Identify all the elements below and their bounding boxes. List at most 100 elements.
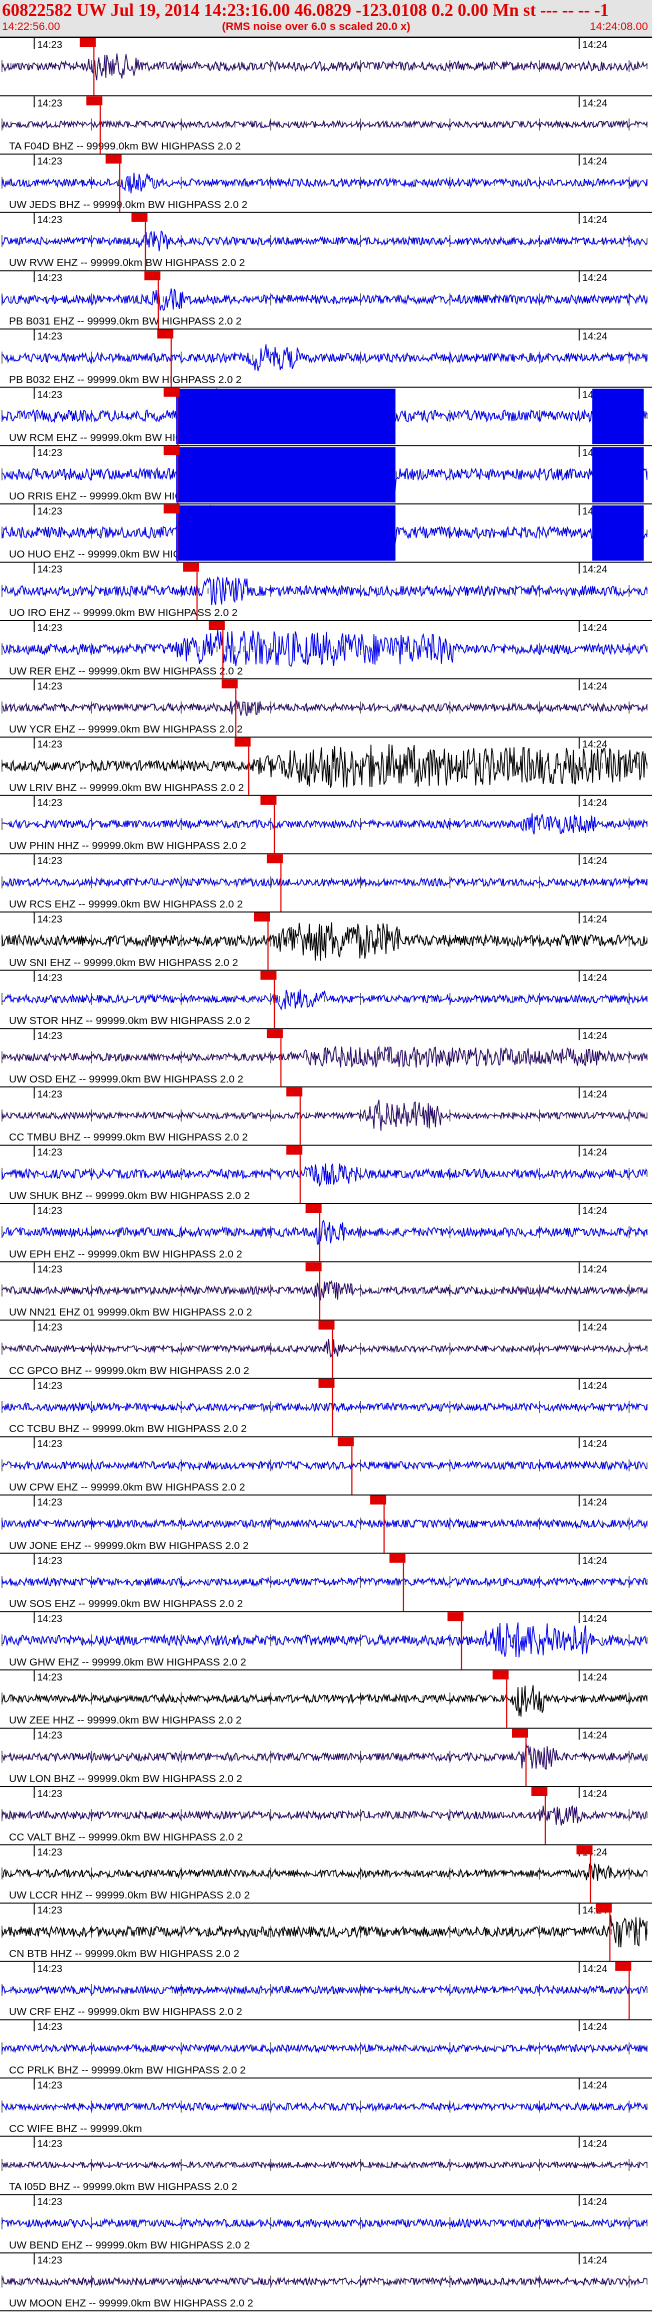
minute-tick-label: 14:24: [582, 565, 607, 576]
pick-marker: [318, 1378, 335, 1388]
minute-tick-label: 14:24: [582, 1323, 607, 1334]
waveform-trace: [1, 1099, 648, 1131]
minute-tick-label: 14:23: [37, 1264, 62, 1275]
minute-tick-label: 14:24: [582, 215, 607, 226]
minute-tick-label: 14:23: [37, 332, 62, 343]
minute-tick-label: 14:23: [37, 506, 62, 517]
minute-tick-label: 14:24: [582, 157, 607, 168]
pick-marker: [260, 970, 277, 980]
minute-tick-label: 14:24: [582, 1964, 607, 1975]
minute-tick-label: 14:24: [582, 1439, 607, 1450]
channel-label: UW RER EHZ -- 99999.0km BW HIGHPASS 2.0 …: [9, 665, 243, 677]
minute-tick-label: 14:23: [37, 1614, 62, 1625]
minute-tick-label: 14:24: [582, 1148, 607, 1159]
minute-tick-label: 14:23: [37, 215, 62, 226]
channel-label: CC PRLK BHZ -- 99999.0km BW HIGHPASS 2.0…: [9, 2065, 246, 2077]
minute-tick-label: 14:23: [37, 1031, 62, 1042]
minute-tick-label: 14:24: [582, 332, 607, 343]
channel-label: UW LRIV BHZ -- 99999.0km BW HIGHPASS 2.0…: [9, 782, 244, 794]
end-time: 14:24:08.00: [589, 21, 648, 33]
minute-tick-label: 14:23: [37, 1089, 62, 1100]
scaling-note: (RMS noise over 6.0 s scaled 20.0 x): [222, 21, 411, 33]
pick-marker: [234, 737, 251, 747]
minute-tick-label: 14:24: [582, 273, 607, 284]
channel-label: CC WIFE BHZ -- 99999.0km: [9, 2123, 142, 2135]
minute-tick-label: 14:23: [37, 1381, 62, 1392]
pick-marker: [163, 446, 180, 456]
saturated-block: [176, 505, 396, 561]
pick-marker: [512, 1728, 528, 1738]
minute-tick-label: 14:23: [37, 1206, 62, 1217]
pick-marker: [86, 96, 103, 106]
pick-marker: [305, 1204, 322, 1213]
pick-marker: [492, 1670, 509, 1680]
channel-label: UW SOS EHZ -- 99999.0km BW HIGHPASS 2.0 …: [9, 1598, 243, 1610]
channel-label: UW LCCR HHZ -- 99999.0km BW HIGHPASS 2.0…: [9, 1890, 250, 1902]
minute-tick-label: 14:24: [582, 2255, 607, 2266]
plot-header: 60822582 UW Jul 19, 2014 14:23:16.00 46.…: [0, 0, 652, 37]
saturated-block: [176, 447, 396, 503]
channel-label: UW RVW EHZ -- 99999.0km BW HIGHPASS 2.0 …: [9, 257, 245, 269]
minute-tick-label: 14:24: [582, 2197, 607, 2208]
pick-marker: [131, 212, 148, 222]
waveform-trace: [1, 1743, 648, 1770]
minute-tick-label: 14:24: [582, 1614, 607, 1625]
channel-label: UW BEND EHZ -- 99999.0km BW HIGHPASS 2.0…: [9, 2239, 250, 2251]
minute-tick-label: 14:24: [582, 1381, 607, 1392]
pick-marker: [260, 795, 277, 805]
channel-label: UW SNI EHZ -- 99999.0km BW HIGHPASS 2.0 …: [9, 957, 238, 969]
minute-tick-label: 14:23: [37, 273, 62, 284]
waveform-trace: [1, 700, 648, 717]
minute-tick-label: 14:23: [37, 390, 62, 401]
minute-tick-label: 14:24: [582, 2081, 607, 2092]
channel-label: UW YCR EHZ -- 99999.0km BW HIGHPASS 2.0 …: [9, 724, 243, 736]
pick-marker: [531, 1787, 548, 1796]
channel-label: UW ZEE HHZ -- 99999.0km BW HIGHPASS 2.0 …: [9, 1715, 242, 1727]
minute-tick-label: 14:24: [582, 40, 607, 51]
saturated-block: [592, 388, 644, 445]
minute-tick-label: 14:23: [37, 157, 62, 168]
channel-label: UW NN21 EHZ 01 99999.0km BW HIGHPASS 2.0…: [9, 1307, 252, 1319]
minute-tick-label: 14:23: [37, 1789, 62, 1800]
pick-marker: [318, 1320, 335, 1330]
pick-marker: [337, 1437, 354, 1447]
minute-tick-label: 14:23: [37, 915, 62, 926]
minute-tick-label: 14:23: [37, 2255, 62, 2266]
channel-label: UW LON BHZ -- 99999.0km BW HIGHPASS 2.0 …: [9, 1773, 242, 1785]
channel-label: UW JONE EHZ -- 99999.0km BW HIGHPASS 2.0…: [9, 1540, 249, 1552]
channel-label: CC GPCO BHZ -- 99999.0km BW HIGHPASS 2.0…: [9, 1365, 249, 1377]
pick-marker: [163, 387, 180, 397]
minute-tick-label: 14:23: [37, 798, 62, 809]
channel-label: CC VALT BHZ -- 99999.0km BW HIGHPASS 2.0…: [9, 1831, 243, 1843]
pick-marker: [576, 1845, 593, 1855]
minute-tick-label: 14:24: [582, 856, 607, 867]
saturated-block: [592, 505, 644, 561]
channel-label: UW CRF EHZ -- 99999.0km BW HIGHPASS 2.0 …: [9, 2006, 242, 2018]
minute-tick-label: 14:23: [37, 681, 62, 692]
minute-tick-label: 14:23: [37, 1672, 62, 1683]
pick-marker: [157, 329, 174, 339]
minute-tick-label: 14:24: [582, 98, 607, 109]
minute-tick-label: 14:23: [37, 2022, 62, 2033]
channel-label: CN BTB HHZ -- 99999.0km BW HIGHPASS 2.0 …: [9, 1948, 239, 1960]
minute-tick-label: 14:23: [37, 1847, 62, 1858]
minute-tick-label: 14:23: [37, 740, 62, 751]
minute-tick-label: 14:23: [37, 1964, 62, 1975]
pick-marker: [370, 1495, 387, 1505]
pick-marker: [286, 1087, 303, 1097]
minute-tick-label: 14:23: [37, 2197, 62, 2208]
saturated-block: [592, 447, 644, 503]
waveform-trace: [1, 922, 648, 961]
minute-tick-label: 14:23: [37, 1439, 62, 1450]
pick-marker: [79, 38, 96, 47]
minute-tick-label: 14:23: [37, 40, 62, 51]
channel-label: TA I05D BHZ -- 99999.0km BW HIGHPASS 2.0…: [9, 2181, 238, 2193]
seismogram-plot: 14:23 14:24 14:23 14:24 TA F04D BHZ -- 99999…: [0, 37, 652, 2312]
minute-tick-label: 14:23: [37, 448, 62, 459]
minute-tick-label: 14:23: [37, 2139, 62, 2150]
minute-tick-label: 14:24: [582, 2139, 607, 2150]
pick-marker: [105, 154, 122, 164]
channel-label: PB B031 EHZ -- 99999.0km BW HIGHPASS 2.0…: [9, 316, 242, 328]
pick-marker: [305, 1262, 322, 1272]
channel-label: UW CPW EHZ -- 99999.0km BW HIGHPASS 2.0 …: [9, 1482, 245, 1494]
